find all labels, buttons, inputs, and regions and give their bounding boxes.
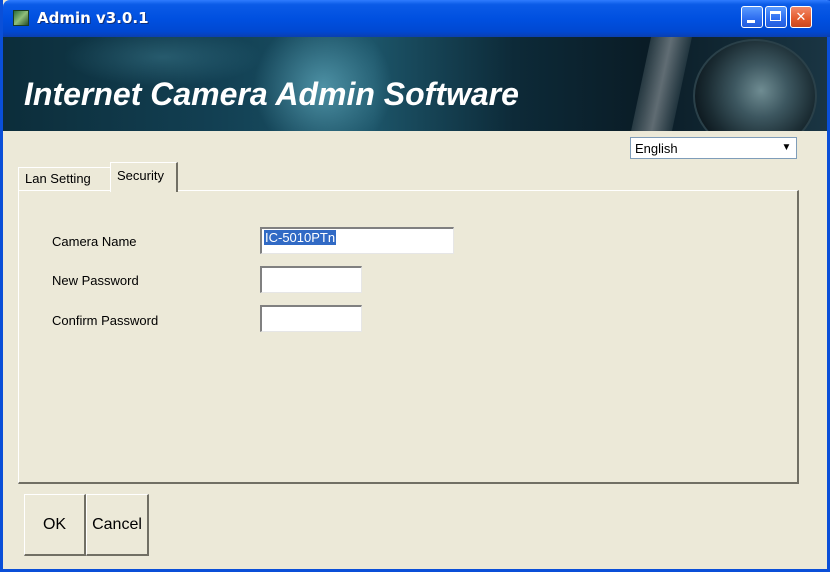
chevron-down-icon[interactable]: ▼: [779, 140, 794, 156]
language-selected-value: English: [635, 141, 678, 156]
banner-title: Internet Camera Admin Software: [24, 76, 519, 112]
title-bar[interactable]: Admin v3.0.1 ✕: [3, 0, 830, 37]
cancel-button[interactable]: Cancel: [86, 494, 149, 556]
tab-security[interactable]: Security: [110, 162, 178, 192]
banner: Internet Camera Admin Software: [3, 37, 827, 131]
camera-app-icon: [13, 10, 29, 26]
app-window: Admin v3.0.1 ✕ Internet Camera Admin Sof…: [0, 0, 830, 572]
minimize-button[interactable]: [741, 6, 763, 28]
new-password-input[interactable]: [260, 266, 362, 293]
ok-button[interactable]: OK: [24, 494, 86, 556]
confirm-password-input[interactable]: [260, 305, 362, 332]
camera-name-value: IC-5010PTn: [264, 230, 337, 245]
camera-name-input[interactable]: IC-5010PTn: [260, 227, 454, 254]
confirm-password-label: Confirm Password: [52, 313, 159, 328]
camera-name-label: Camera Name: [52, 234, 137, 249]
language-select[interactable]: English ▼: [630, 137, 797, 159]
new-password-label: New Password: [52, 273, 139, 288]
window-title: Admin v3.0.1: [37, 9, 149, 27]
banner-light-streak: [628, 37, 698, 131]
close-button[interactable]: ✕: [790, 6, 812, 28]
maximize-button[interactable]: [765, 6, 787, 28]
tab-lan-setting[interactable]: Lan Setting: [18, 167, 110, 191]
camera-lens-graphic: [693, 39, 817, 131]
